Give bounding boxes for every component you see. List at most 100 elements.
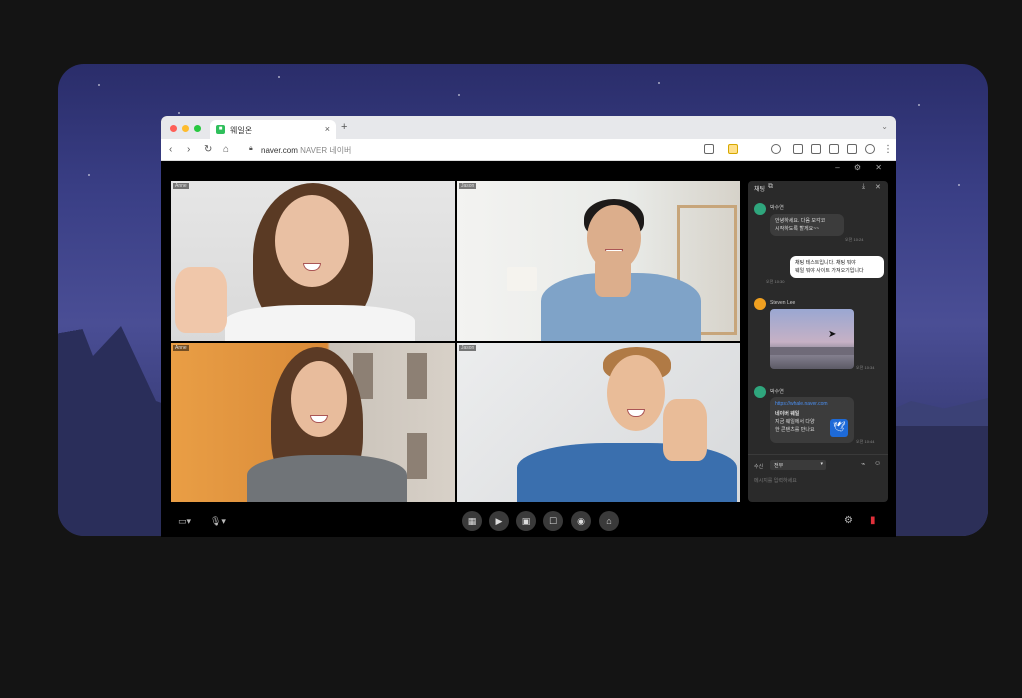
participant-shirt	[225, 305, 415, 341]
extension-icon[interactable]	[728, 144, 738, 154]
mic-icon[interactable]: 🎙︎▾	[210, 516, 226, 527]
participant-name: Anne	[173, 183, 189, 189]
receiver-select[interactable]: 전무 ▾	[770, 460, 826, 470]
settings-icon[interactable]: ⚙	[844, 515, 853, 526]
tab-close-button[interactable]: ×	[325, 124, 330, 134]
download-icon[interactable]	[793, 144, 803, 154]
grid-icon[interactable]: ▦	[462, 511, 482, 531]
video-tile-1[interactable]: Anne	[171, 181, 455, 341]
back-arrow-icon[interactable]: ‹	[169, 144, 172, 155]
tab-title: 웨일온	[230, 126, 253, 135]
chat-composer: 수신 전무 ▾ ⌁ ☺ 메시지를 입력하세요	[748, 454, 888, 502]
message-time: 오전 10:24	[845, 237, 864, 242]
chat-message-own: 채팅 테스트입니다. 채팅 뭐야 웨일 뭐야 사이트 가져오기입니다	[790, 256, 884, 278]
participant-face	[607, 355, 665, 431]
receiver-value: 전무	[774, 463, 784, 469]
receiver-label: 수신	[754, 464, 764, 470]
participant-name: Jason	[459, 345, 477, 351]
chat-header: 채팅 ⧉ ⤓ ✕	[748, 181, 888, 195]
reload-icon[interactable]: ↻	[204, 144, 212, 155]
message-input[interactable]: 메시지를 입력하세요	[754, 477, 882, 497]
home-page-icon[interactable]: ⌂	[223, 144, 229, 155]
message-link[interactable]: https://whale.naver.com	[775, 400, 849, 408]
tab-menu-chevron-icon[interactable]: ⌄	[881, 122, 888, 131]
close-window-button[interactable]	[170, 125, 177, 132]
video-grid: Anne Jason Anne Jason	[171, 181, 740, 502]
play-icon[interactable]: ▶	[489, 511, 509, 531]
chat-panel: 채팅 ⧉ ⤓ ✕ 박수연 안녕하세요. 다음 모각코 시작하도록 할게요~~ 오…	[748, 181, 888, 502]
url-field[interactable]: naver.com NAVER 네이버	[261, 145, 351, 156]
popout-icon[interactable]: ⧉	[768, 183, 773, 191]
maximize-window-button[interactable]	[194, 125, 201, 132]
address-bar: ‹ › ↻ ⌂ 🔒︎ naver.com NAVER 네이버 ⋮	[161, 139, 896, 161]
share-icon[interactable]	[704, 144, 714, 154]
chat-icon[interactable]: ☐	[543, 511, 563, 531]
message-time: 오전 10:30	[766, 279, 785, 284]
star	[658, 82, 660, 84]
chat-message: 안녕하세요. 다음 모각코 시작하도록 할게요~~	[770, 214, 844, 236]
message-text: 채팅 테스트입니다. 채팅 뭐야	[795, 260, 856, 266]
camera-icon[interactable]: ▭▾	[178, 516, 191, 527]
person-icon[interactable]: ◉	[571, 511, 591, 531]
tab-whale-on[interactable]: ■ 웨일온 ×	[210, 120, 336, 139]
participant-face	[291, 361, 347, 437]
shared-image[interactable]: ➤	[770, 309, 854, 369]
meeting-toolbar: ▭▾ 🎙︎▾ ▦ ▶ ▣ ☐ ◉ ⌂ ⚙ ▮	[161, 506, 896, 537]
video-tile-2[interactable]: Jason	[457, 181, 740, 341]
profile-icon[interactable]	[865, 144, 875, 154]
reader-icon[interactable]	[847, 144, 857, 154]
avatar	[754, 386, 766, 398]
star	[918, 104, 920, 106]
participant-face	[275, 195, 349, 287]
video-tile-4[interactable]: Jason	[457, 343, 740, 502]
video-tile-3[interactable]: Anne	[171, 343, 455, 502]
url-site-name: NAVER 네이버	[300, 146, 352, 155]
chat-link-message[interactable]: https://whale.naver.com 네이버 웨일 지금 웨일에서 다…	[770, 397, 854, 443]
lock-icon: 🔒︎	[249, 145, 253, 152]
star	[178, 112, 180, 114]
tab-bar: ■ 웨일온 × + ⌄	[161, 116, 896, 139]
close-icon[interactable]: ✕	[875, 183, 881, 191]
message-time: 오전 10:34	[856, 365, 875, 370]
exit-icon[interactable]: ▮	[870, 515, 876, 526]
message-sender: 박수연	[770, 205, 784, 211]
message-text: 시작하도록 할게요~~	[775, 226, 820, 232]
landscape-ground	[770, 347, 854, 355]
capture-icon[interactable]	[811, 144, 821, 154]
sidebar-icon[interactable]	[771, 144, 781, 154]
star	[458, 94, 460, 96]
participant-hands	[595, 251, 631, 297]
forward-arrow-icon[interactable]: ›	[187, 144, 190, 155]
screen-share-icon[interactable]: ▣	[516, 511, 536, 531]
avatar	[754, 298, 766, 310]
message-sender: Steven Lee	[770, 300, 796, 306]
minimize-window-button[interactable]	[182, 125, 189, 132]
participant-blazer	[247, 455, 407, 502]
home-icon[interactable]: ⌂	[599, 511, 619, 531]
new-tab-button[interactable]: +	[341, 121, 347, 133]
translate-icon[interactable]	[829, 144, 839, 154]
url-domain: naver.com	[261, 146, 298, 155]
window	[407, 353, 427, 399]
participant-hand	[663, 399, 707, 461]
link-card-title: 네이버 웨일	[775, 411, 800, 417]
participant-name: Jason	[459, 183, 477, 189]
star	[278, 76, 280, 78]
message-text: 안녕하세요. 다음 모각코	[775, 218, 826, 224]
meeting-window-controls[interactable]: – ⚙ ✕	[835, 163, 888, 172]
star	[88, 174, 90, 176]
message-text: 웨일 뭐야 사이트 가져오기입니다	[795, 268, 864, 274]
emoji-icon[interactable]: ☺	[874, 460, 881, 467]
window	[407, 433, 427, 479]
mouse-cursor-icon: ➤	[828, 329, 837, 340]
participant-name: Anne	[173, 345, 189, 351]
more-menu-icon[interactable]: ⋮	[883, 144, 893, 155]
attach-icon[interactable]: ⌁	[861, 460, 865, 468]
message-sender: 박수연	[770, 389, 784, 395]
browser-window: ■ 웨일온 × + ⌄ ‹ › ↻ ⌂ 🔒︎ naver.com NAVER 네…	[161, 116, 896, 537]
download-icon[interactable]: ⤓	[862, 183, 865, 191]
twitter-bird-icon: 🕊︎	[830, 419, 848, 437]
participant-hand	[175, 267, 227, 333]
chevron-down-icon: ▾	[820, 461, 823, 467]
whale-on-favicon-icon: ■	[216, 125, 225, 134]
